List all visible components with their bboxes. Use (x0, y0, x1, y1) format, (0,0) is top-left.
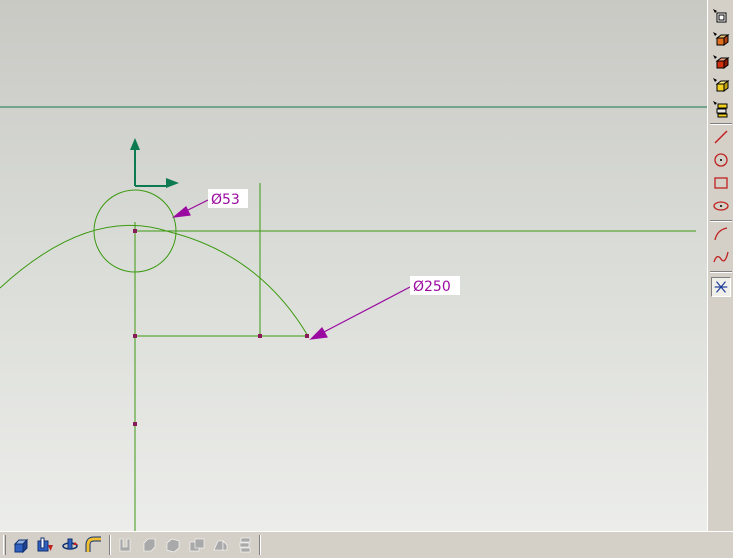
toolbar-grip[interactable] (3, 535, 6, 555)
extrude-icon[interactable] (11, 535, 31, 555)
toolbar-separator (710, 123, 732, 125)
sketch-point[interactable] (133, 229, 137, 233)
box-icon[interactable] (711, 30, 731, 50)
sketch-canvas[interactable]: Ø53 Ø250 (0, 0, 707, 531)
sketch-viewport[interactable]: Ø53 Ø250 (0, 0, 707, 531)
bottom-toolbar (0, 531, 733, 558)
dimension-arrow-small (172, 206, 191, 218)
shell-disabled-icon (166, 538, 180, 553)
fillet-disabled-icon (119, 538, 131, 552)
dimension-label-large-arc[interactable]: Ø250 (413, 279, 451, 295)
box-red-icon[interactable] (711, 53, 731, 73)
dimension-arrow-large (309, 327, 328, 340)
coordinate-system-icon (130, 138, 179, 188)
chamfer-disabled-icon (143, 538, 156, 552)
line-icon[interactable] (711, 127, 731, 147)
sketch-point[interactable] (305, 334, 309, 338)
sketch-point[interactable] (133, 422, 137, 426)
circle-icon[interactable] (711, 150, 731, 170)
spline-icon[interactable] (711, 247, 731, 267)
toolbar-separator (710, 220, 732, 222)
dimension-leader-large (321, 286, 411, 334)
arc-icon[interactable] (711, 224, 731, 244)
large-arc[interactable] (0, 224, 309, 337)
right-toolbar (707, 0, 733, 531)
pattern-disabled-icon (189, 538, 205, 552)
mirror-disabled-icon (213, 540, 228, 551)
insert-component-icon[interactable] (711, 7, 731, 27)
extrude-cut-icon[interactable] (35, 535, 55, 555)
sweep-icon[interactable] (84, 535, 104, 555)
rectangle-icon[interactable] (711, 173, 731, 193)
draft-disabled-icon (239, 537, 251, 553)
trim-icon[interactable] (711, 277, 731, 297)
revolve-icon[interactable] (60, 535, 80, 555)
toolbar-separator (259, 535, 261, 555)
box-yellow-icon[interactable] (711, 76, 731, 96)
sketch-point[interactable] (258, 334, 262, 338)
toolbar-separator (109, 535, 111, 555)
sketch-point[interactable] (133, 334, 137, 338)
ellipse-icon[interactable] (711, 196, 731, 216)
stack-icon[interactable] (711, 99, 731, 119)
toolbar-separator (710, 271, 732, 273)
dimension-label-small-circle[interactable]: Ø53 (211, 192, 240, 208)
